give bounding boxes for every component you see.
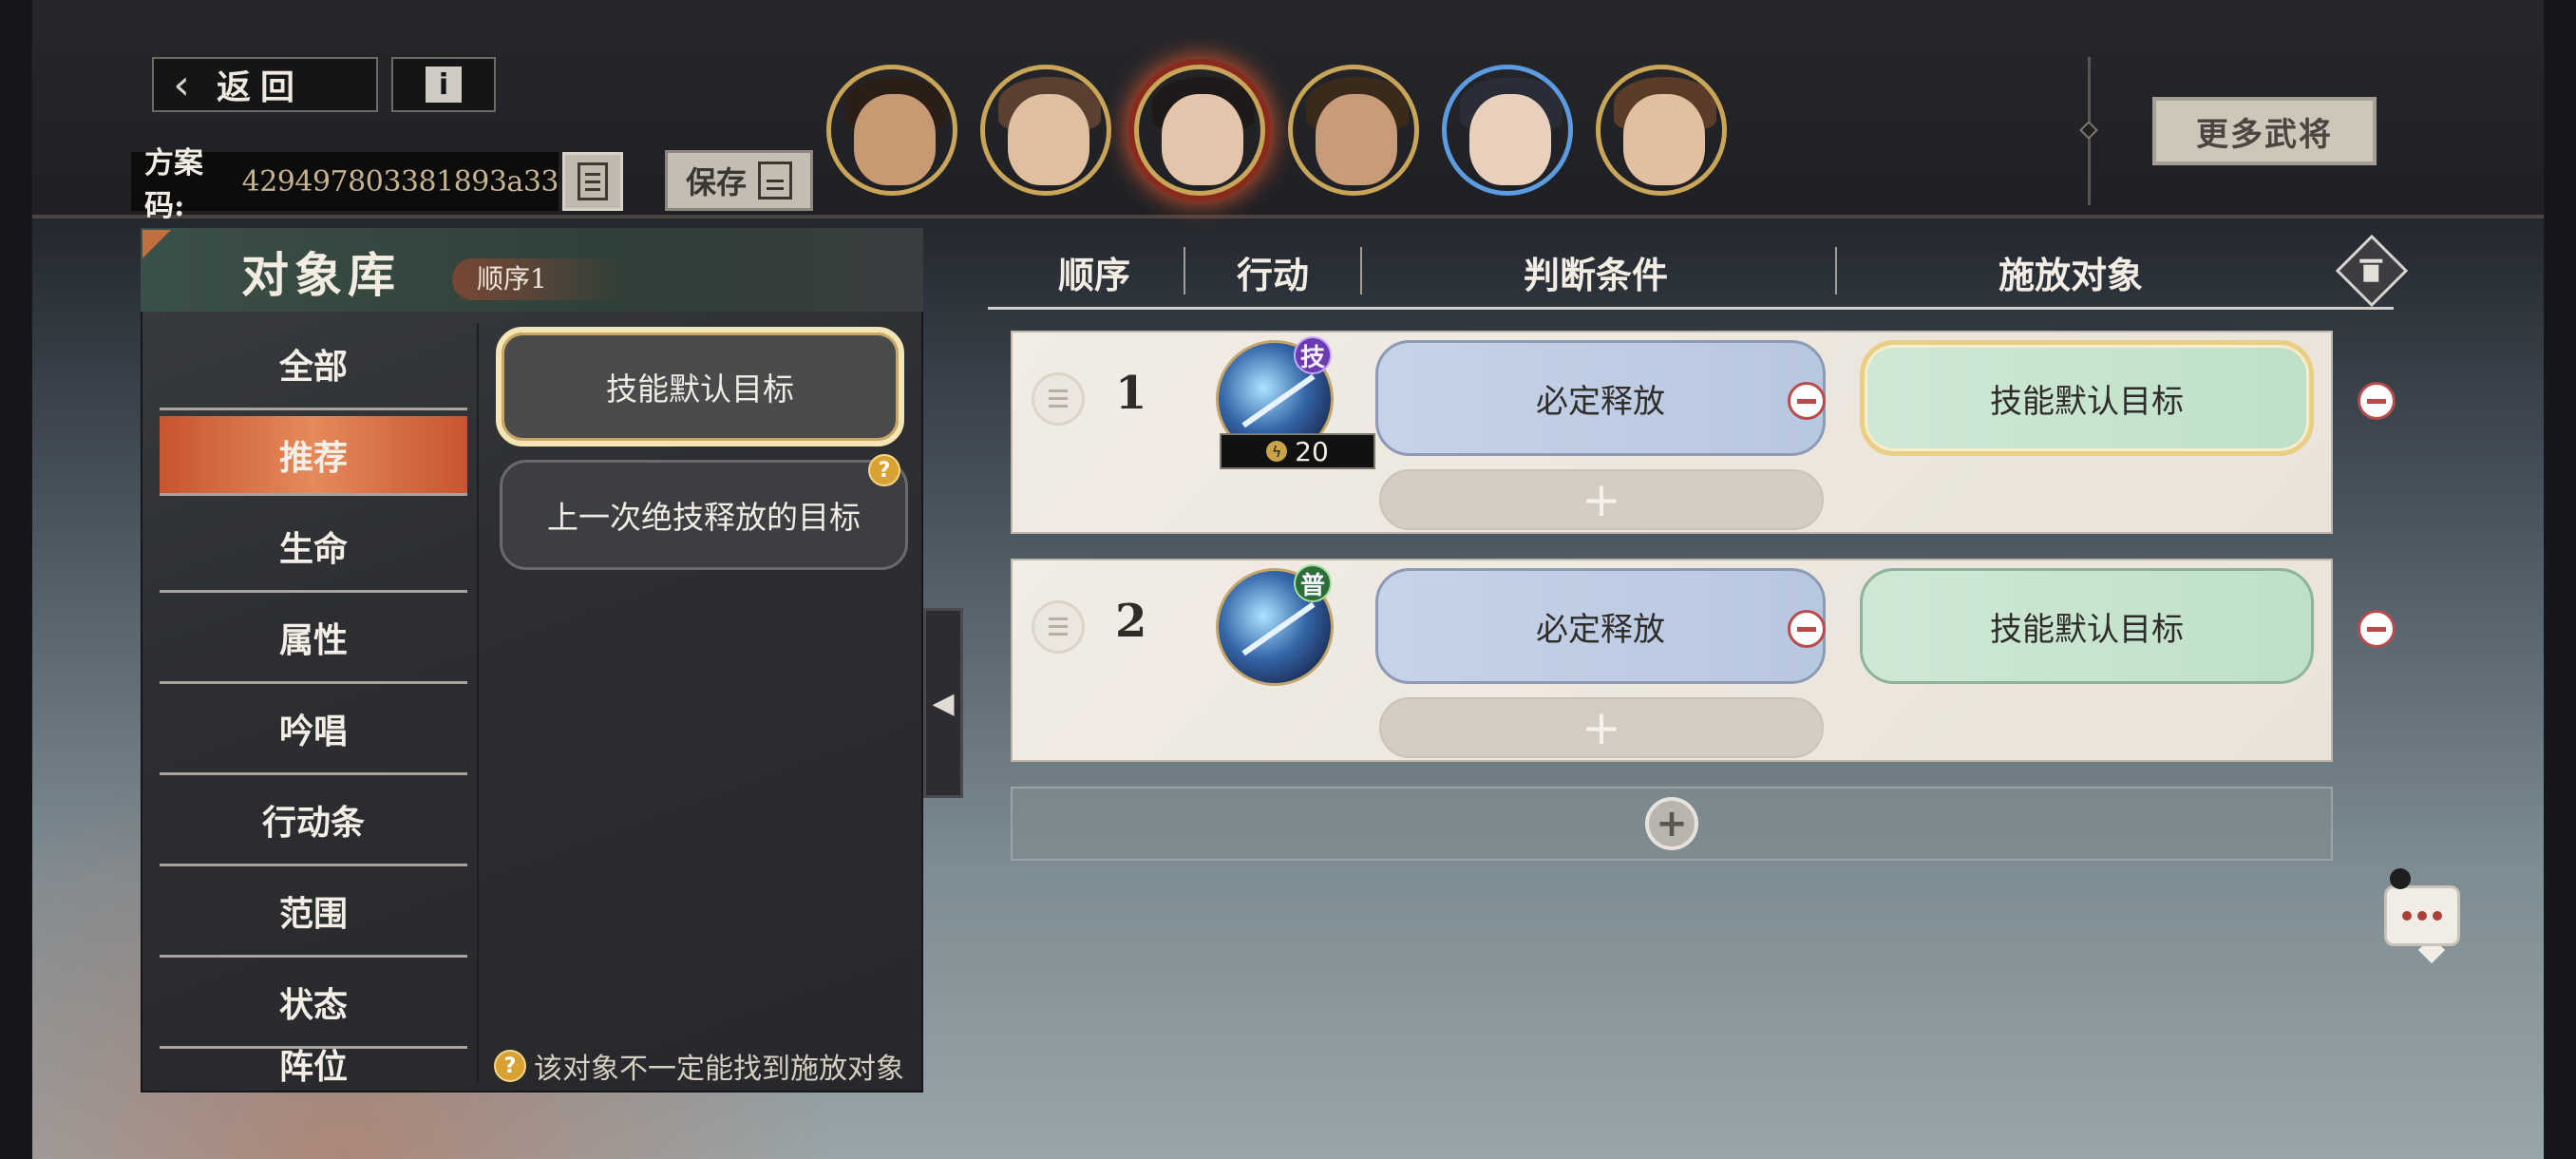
right-frame	[2544, 0, 2576, 1159]
header-sep-2	[1360, 247, 1362, 294]
hero-portrait-5[interactable]	[1442, 65, 1573, 196]
chat-button[interactable]	[2384, 885, 2460, 946]
category-recommended[interactable]: 推荐	[160, 416, 467, 496]
hint-text: 该对象不一定能找到施放对象	[534, 1053, 904, 1086]
header-action: 行动	[1236, 253, 1309, 296]
back-arrow-icon: ‹	[173, 60, 190, 109]
copy-code-button[interactable]	[562, 152, 623, 211]
header-order: 顺序	[1057, 253, 1130, 296]
target-pill[interactable]: 技能默认目标	[1860, 340, 2314, 456]
row-number: 2	[1115, 595, 1147, 648]
hero-portrait-6[interactable]	[1596, 65, 1727, 196]
info-icon: i	[426, 66, 462, 103]
hero-portrait-2[interactable]	[980, 65, 1111, 196]
skill-type-badge: 技	[1294, 336, 1332, 374]
category-range[interactable]: 范围	[160, 866, 467, 958]
back-button[interactable]: ‹ 返回	[152, 57, 378, 112]
condition-pill[interactable]: 必定释放	[1375, 340, 1826, 456]
add-condition-button[interactable]: +	[1379, 697, 1824, 758]
skill-cost: ϟ 20	[1220, 433, 1375, 469]
left-frame	[0, 0, 32, 1159]
save-icon	[758, 162, 792, 200]
back-label: 返回	[217, 67, 305, 107]
header-condition: 判断条件	[1523, 253, 1668, 296]
table-header: 顺序 行动 判断条件 施放对象	[988, 238, 2394, 310]
info-button[interactable]: i	[391, 57, 496, 112]
hero-selector	[826, 65, 1727, 196]
more-generals-button[interactable]: 更多武将	[2152, 97, 2377, 165]
target-option-default[interactable]: 技能默认目标	[496, 327, 904, 446]
help-icon[interactable]: ?	[868, 454, 900, 486]
order-badge: 顺序1	[452, 258, 623, 300]
remove-row-icon[interactable]	[2358, 610, 2396, 648]
category-action-bar[interactable]: 行动条	[160, 775, 467, 866]
plus-icon: +	[1645, 797, 1698, 850]
mascot-icon	[2390, 868, 2411, 889]
save-label: 保存	[685, 164, 747, 200]
remove-condition-icon[interactable]	[1788, 610, 1826, 648]
category-attribute[interactable]: 属性	[160, 593, 467, 684]
collapse-panel-button[interactable]: ◀	[923, 608, 963, 798]
plan-code-label: 方案码:	[144, 146, 203, 223]
energy-icon: ϟ	[1266, 441, 1288, 462]
hero-portrait-3-selected[interactable]	[1134, 65, 1265, 196]
category-health[interactable]: 生命	[160, 502, 467, 593]
remove-condition-icon[interactable]	[1788, 382, 1826, 420]
save-button[interactable]: 保存	[665, 150, 813, 211]
library-hint: ? 该对象不一定能找到施放对象	[494, 1045, 904, 1087]
header-target: 施放对象	[1998, 253, 2143, 296]
condition-pill[interactable]: 必定释放	[1375, 568, 1826, 684]
document-icon	[578, 162, 608, 200]
header-sep-1	[1184, 247, 1185, 294]
add-condition-button[interactable]: +	[1379, 469, 1824, 530]
category-divider	[477, 323, 479, 1083]
chat-dot-icon	[2433, 911, 2442, 921]
row-number: 1	[1115, 367, 1147, 420]
chat-dot-icon	[2417, 911, 2427, 921]
hint-icon: ?	[494, 1050, 526, 1082]
drag-handle-icon[interactable]	[1032, 372, 1085, 426]
category-list: 全部 推荐 生命 属性 吟唱 行动条 范围 状态 阵位	[160, 319, 467, 1089]
hero-portrait-1[interactable]	[826, 65, 957, 196]
category-status[interactable]: 状态	[160, 958, 467, 1049]
remove-row-icon[interactable]	[2358, 382, 2396, 420]
skill-type-badge: 普	[1294, 564, 1332, 602]
hero-portrait-4[interactable]	[1288, 65, 1419, 196]
drag-handle-icon[interactable]	[1032, 600, 1085, 654]
plan-code-value: 429497803381893a33	[241, 164, 559, 199]
chat-dot-icon	[2402, 911, 2412, 921]
panel-corner-accent	[142, 230, 171, 258]
add-row-button[interactable]: +	[1011, 787, 2333, 861]
category-all[interactable]: 全部	[160, 319, 467, 410]
trash-icon	[2358, 257, 2384, 286]
category-formation[interactable]: 阵位	[160, 1049, 467, 1089]
category-chant[interactable]: 吟唱	[160, 684, 467, 775]
target-option-last-ultimate[interactable]: 上一次绝技释放的目标	[500, 460, 908, 570]
table-row: 2 普 必定释放 + 技能默认目标	[1011, 559, 2396, 762]
library-title: 对象库	[241, 247, 401, 303]
table-row: 1 技 ϟ 20 必定释放 + 技能默认目标	[1011, 331, 2396, 534]
target-pill[interactable]: 技能默认目标	[1860, 568, 2314, 684]
skill-cost-value: 20	[1295, 435, 1329, 467]
plan-code-box: 方案码: 429497803381893a33	[131, 146, 559, 223]
header-sep-3	[1835, 247, 1837, 294]
